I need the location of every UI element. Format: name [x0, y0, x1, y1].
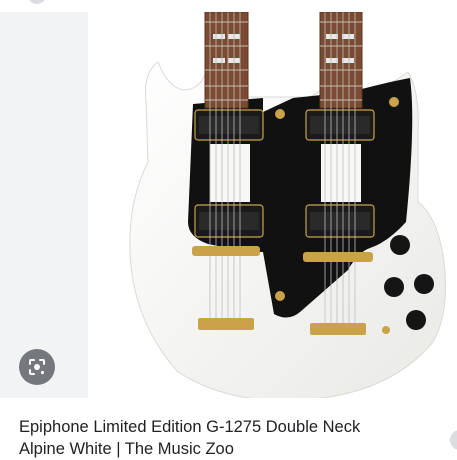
image-preview-panel [0, 12, 88, 398]
caption-line-1: Epiphone Limited Edition G-1275 Double N… [19, 418, 361, 436]
caption-line-2: Alpine White | The Music Zoo [19, 440, 234, 458]
image-result-title[interactable]: Epiphone Limited Edition G-1275 Double N… [19, 416, 449, 460]
visual-search-button[interactable] [19, 349, 55, 385]
guitar-product-image[interactable] [88, 12, 457, 398]
left-neck [205, 12, 248, 108]
partial-thumbnail-edge [28, 0, 46, 4]
visual-search-icon [29, 359, 45, 375]
partial-control-edge [450, 430, 457, 450]
double-neck-guitar-image [129, 12, 447, 398]
